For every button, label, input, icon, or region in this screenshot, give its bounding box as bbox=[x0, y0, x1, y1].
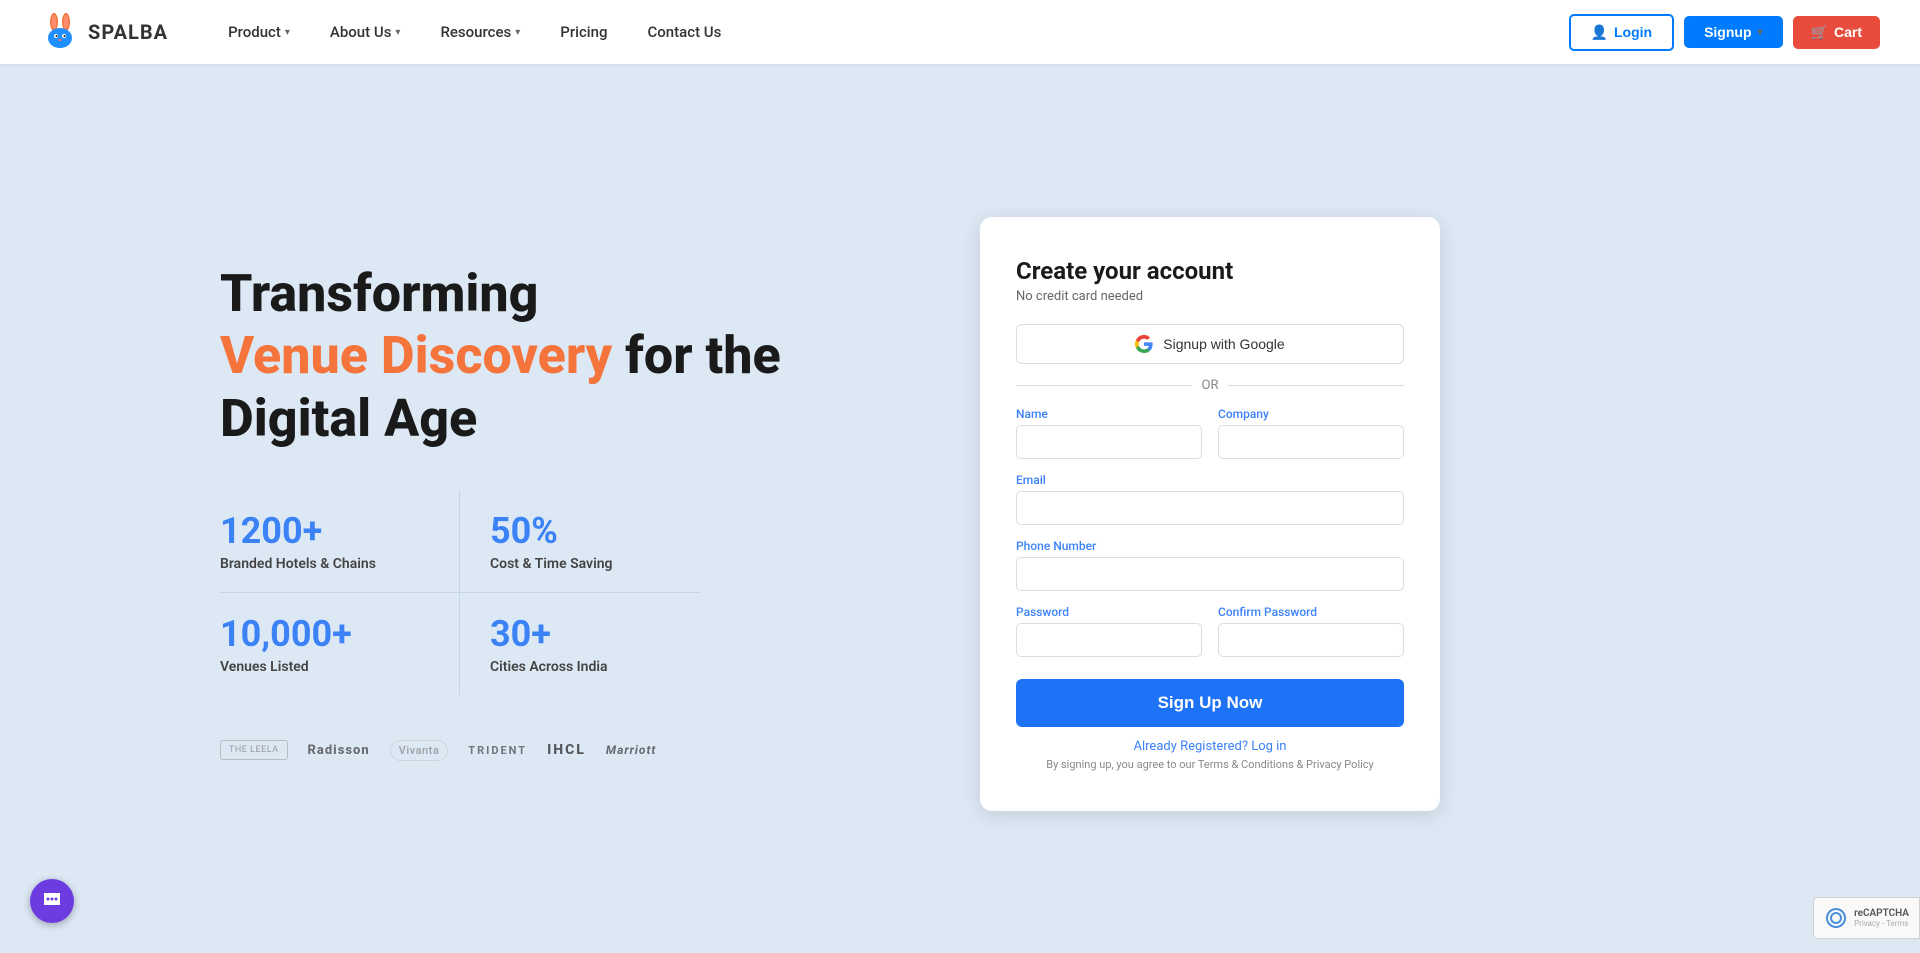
email-input[interactable] bbox=[1016, 491, 1404, 525]
nav-resources[interactable]: Resources ▾ bbox=[420, 0, 540, 64]
stat-label: Branded Hotels & Chains bbox=[220, 556, 429, 572]
nav-about[interactable]: About Us ▾ bbox=[310, 0, 421, 64]
email-label: Email bbox=[1016, 473, 1404, 487]
brand-name: SPALBA bbox=[88, 20, 168, 44]
cart-button[interactable]: 🛒 Cart bbox=[1793, 16, 1880, 49]
phone-field-group: Phone Number bbox=[1016, 539, 1404, 591]
divider-line bbox=[1228, 385, 1404, 386]
stat-number: 50% bbox=[490, 510, 690, 552]
name-label: Name bbox=[1016, 407, 1202, 421]
form-title: Create your account bbox=[1016, 257, 1404, 285]
terms-text: By signing up, you agree to our Terms & … bbox=[1016, 758, 1404, 771]
name-input[interactable] bbox=[1016, 425, 1202, 459]
brand-logo-trident: TRIDENT bbox=[468, 735, 527, 765]
stats-grid: 1200+ Branded Hotels & Chains 50% Cost &… bbox=[220, 490, 700, 695]
stat-number: 1200+ bbox=[220, 510, 429, 552]
chevron-down-icon: ▾ bbox=[395, 27, 400, 38]
hero-section: Transforming Venue Discovery for the Dig… bbox=[220, 263, 900, 765]
brand-logo-ihcl: IHCL bbox=[547, 735, 586, 765]
already-registered-link[interactable]: Already Registered? Log in bbox=[1016, 739, 1404, 754]
form-subtitle: No credit card needed bbox=[1016, 289, 1404, 304]
or-text: OR bbox=[1202, 378, 1219, 393]
chat-icon bbox=[42, 891, 62, 911]
main-nav: Product ▾ About Us ▾ Resources ▾ Pricing… bbox=[208, 0, 1568, 64]
stat-label: Venues Listed bbox=[220, 659, 429, 675]
logo-icon bbox=[40, 12, 80, 52]
stat-number: 10,000+ bbox=[220, 613, 429, 655]
company-input[interactable] bbox=[1218, 425, 1404, 459]
confirm-password-field-group: Confirm Password bbox=[1218, 605, 1404, 657]
brand-logo-radisson: Radisson bbox=[308, 735, 370, 765]
company-field-group: Company bbox=[1218, 407, 1404, 459]
name-field-group: Name bbox=[1016, 407, 1202, 459]
stat-item: 50% Cost & Time Saving bbox=[460, 490, 700, 593]
person-icon: 👤 bbox=[1591, 24, 1608, 41]
chat-bubble-button[interactable] bbox=[30, 879, 74, 923]
stat-label: Cost & Time Saving bbox=[490, 556, 690, 572]
main-content: Transforming Venue Discovery for the Dig… bbox=[0, 64, 1920, 944]
brand-logo-vivanta: Vivanta bbox=[390, 735, 449, 765]
hero-title: Transforming Venue Discovery for the Dig… bbox=[220, 263, 900, 450]
stat-number: 30+ bbox=[490, 613, 690, 655]
company-label: Company bbox=[1218, 407, 1404, 421]
chevron-down-icon: ▾ bbox=[1758, 27, 1763, 38]
recaptcha-badge: reCAPTCHA Privacy - Terms bbox=[1813, 897, 1920, 939]
login-button[interactable]: 👤 Login bbox=[1569, 14, 1675, 51]
signup-button[interactable]: Signup ▾ bbox=[1684, 16, 1782, 48]
email-field-group: Email bbox=[1016, 473, 1404, 525]
header: SPALBA Product ▾ About Us ▾ Resources ▾ … bbox=[0, 0, 1920, 64]
signup-submit-button[interactable]: Sign Up Now bbox=[1016, 679, 1404, 727]
password-label: Password bbox=[1016, 605, 1202, 619]
brand-logos: THE LEELA Radisson Vivanta TRIDENT IHCL … bbox=[220, 735, 900, 765]
stat-item: 10,000+ Venues Listed bbox=[220, 593, 460, 695]
stat-item: 30+ Cities Across India bbox=[460, 593, 700, 695]
header-actions: 👤 Login Signup ▾ 🛒 Cart bbox=[1569, 14, 1880, 51]
google-signup-button[interactable]: Signup with Google bbox=[1016, 324, 1404, 364]
confirm-password-label: Confirm Password bbox=[1218, 605, 1404, 619]
or-divider: OR bbox=[1016, 378, 1404, 393]
divider-line bbox=[1016, 385, 1192, 386]
password-field-group: Password bbox=[1016, 605, 1202, 657]
cart-icon: 🛒 bbox=[1811, 24, 1828, 41]
nav-pricing[interactable]: Pricing bbox=[540, 0, 627, 64]
brand-logo-marriott: Marriott bbox=[606, 735, 656, 765]
name-company-row: Name Company bbox=[1016, 407, 1404, 459]
google-icon bbox=[1135, 335, 1153, 353]
chevron-down-icon: ▾ bbox=[285, 27, 290, 38]
confirm-password-input[interactable] bbox=[1218, 623, 1404, 657]
phone-label: Phone Number bbox=[1016, 539, 1404, 553]
brand-logo-thegreek: THE LEELA bbox=[220, 735, 288, 765]
chevron-down-icon: ▾ bbox=[515, 27, 520, 38]
phone-input[interactable] bbox=[1016, 557, 1404, 591]
signup-form-card: Create your account No credit card neede… bbox=[980, 217, 1440, 811]
nav-product[interactable]: Product ▾ bbox=[208, 0, 310, 64]
password-row: Password Confirm Password bbox=[1016, 605, 1404, 657]
recaptcha-icon bbox=[1824, 906, 1848, 930]
nav-contact[interactable]: Contact Us bbox=[628, 0, 742, 64]
stat-item: 1200+ Branded Hotels & Chains bbox=[220, 490, 460, 593]
hero-accent: Venue Discovery bbox=[220, 325, 612, 386]
stat-label: Cities Across India bbox=[490, 659, 690, 675]
password-input[interactable] bbox=[1016, 623, 1202, 657]
logo[interactable]: SPALBA bbox=[40, 12, 168, 52]
